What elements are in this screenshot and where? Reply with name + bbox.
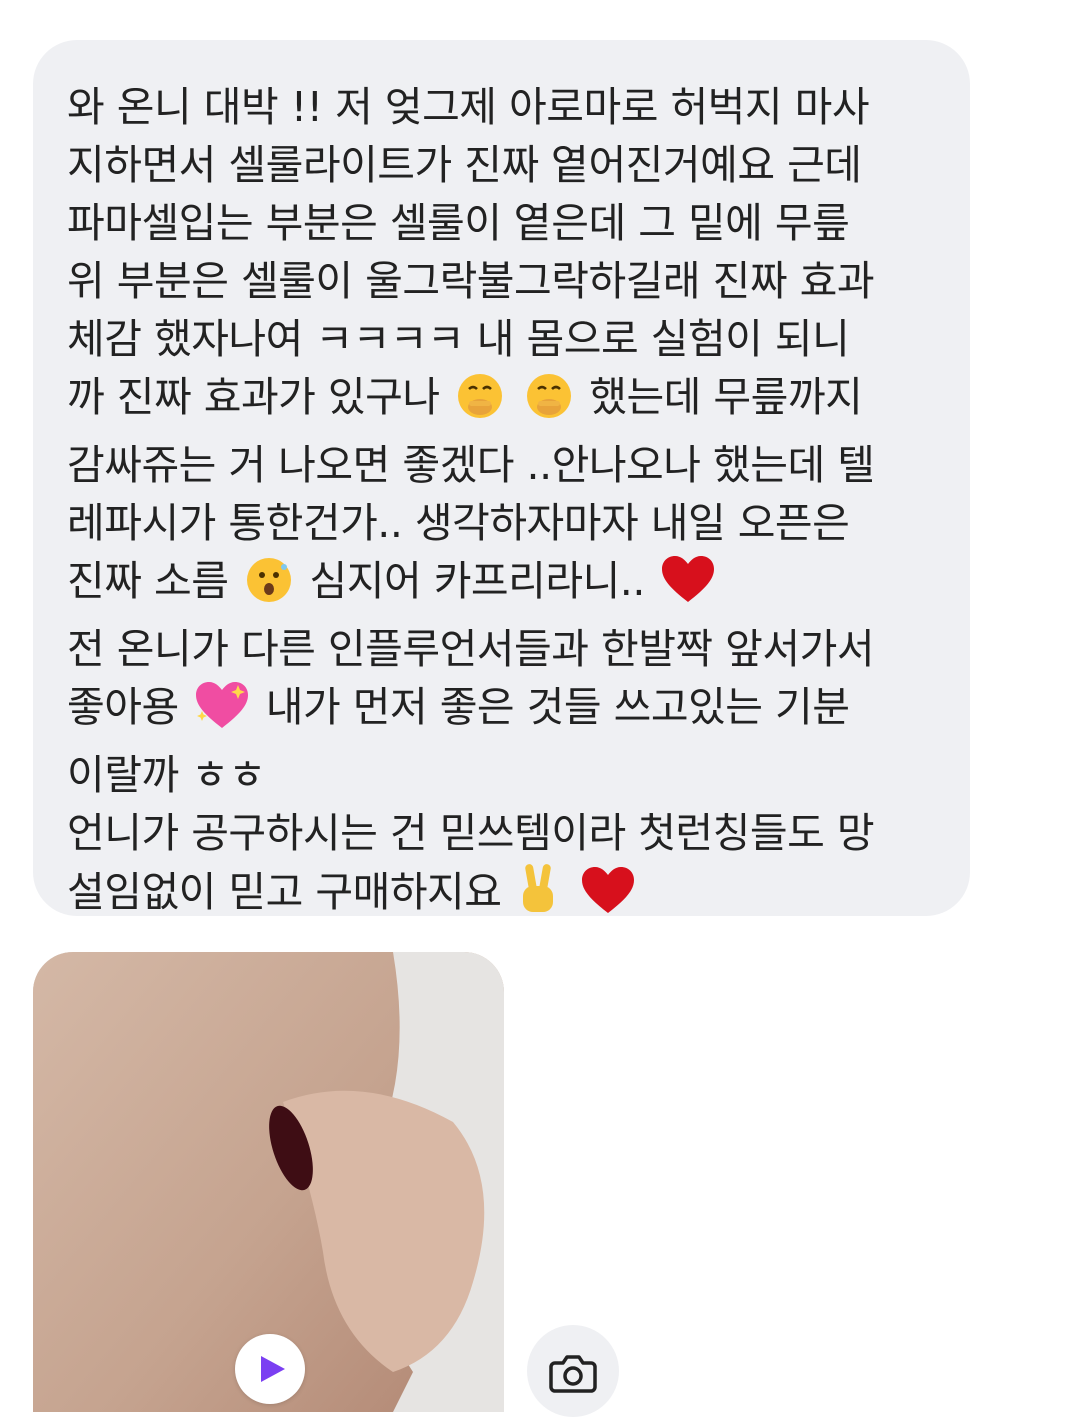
camera-icon	[549, 1355, 597, 1393]
message-bubble: 와 온니 대박 !! 저 엊그제 아로마로 허벅지 마사 지하면서 셀룰라이트가…	[33, 40, 970, 916]
message-line: 진짜 소름 심지어 카프리라니..	[67, 552, 950, 620]
red-heart-emoji	[580, 866, 636, 931]
message-line: 감싸쥬는 거 나오면 좋겠다 ..안나오나 했는데 텔	[67, 441, 875, 489]
sparkling-heart-emoji	[194, 681, 250, 746]
message-line: 위 부분은 셀룰이 울그락불그락하길래 진짜 효과	[67, 257, 875, 305]
message-line: 이랄까 ㅎㅎ	[67, 751, 266, 799]
astonished-face-emoji	[244, 555, 294, 620]
message-text: 좋아용	[67, 683, 192, 731]
victory-hand-emoji	[517, 862, 561, 931]
message-text: 내가 먼저 좋은 것들 쓰고있는 기분	[265, 683, 850, 731]
message-text: 했는데 무릎까지	[589, 373, 863, 421]
message-text: 설임없이 믿고 구매하지요	[67, 868, 515, 916]
hand-over-mouth-emoji	[455, 371, 505, 436]
message-line: 좋아용 내가 먼저 좋은 것들 쓰고있는 기분	[67, 678, 950, 746]
message-text: 심지어 카프리라니..	[309, 557, 658, 605]
message-line: 와 온니 대박 !! 저 엊그제 아로마로 허벅지 마사	[67, 83, 870, 131]
hand-over-mouth-emoji	[524, 371, 574, 436]
message-text: 까 진짜 효과가 있구나	[67, 373, 453, 421]
message-line: 지하면서 셀룰라이트가 진짜 옅어진거예요 근데	[67, 141, 862, 189]
message-line: 설임없이 믿고 구매하지요	[67, 862, 950, 931]
message-line: 까 진짜 효과가 있구나 했는데 무릎까지	[67, 368, 950, 436]
message-line: 체감 했자나여 ㅋㅋㅋㅋ 내 몸으로 실험이 되니	[67, 315, 850, 363]
message-line: 전 온니가 다른 인플루언서들과 한발짝 앞서가서	[67, 625, 875, 673]
message-text: 진짜 소름	[67, 557, 241, 605]
message-line: 파마셀입는 부분은 셀룰이 옅은데 그 밑에 무릎	[67, 199, 850, 247]
red-heart-emoji	[660, 555, 716, 620]
message-line: 레파시가 통한건가.. 생각하자마자 내일 오픈은	[67, 499, 850, 547]
message-line: 언니가 공구하시는 건 믿쓰템이라 첫런칭들도 망	[67, 809, 875, 857]
camera-button[interactable]	[527, 1325, 619, 1417]
